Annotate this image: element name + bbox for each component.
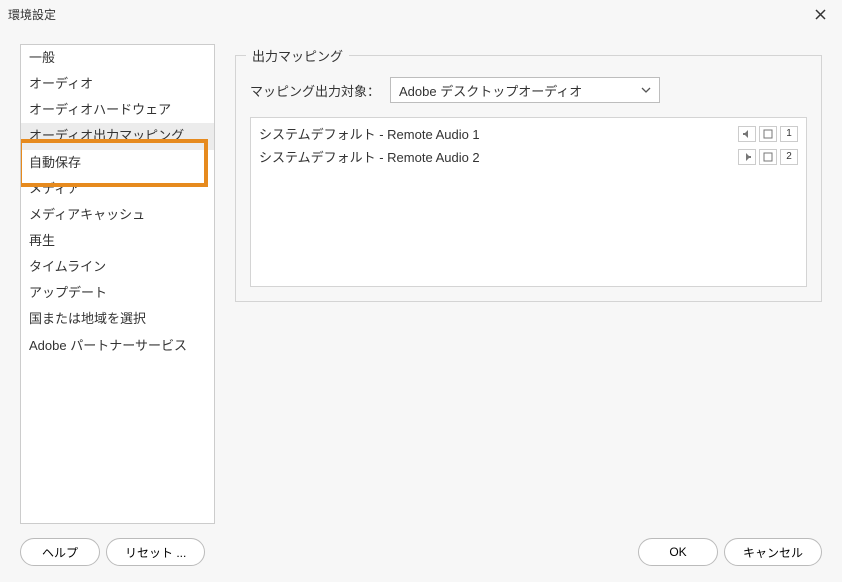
titlebar: 環境設定 xyxy=(0,0,842,28)
fieldset-legend: 出力マッピング xyxy=(246,46,349,65)
mapping-item-label: システムデフォルト - Remote Audio 2 xyxy=(259,147,738,166)
footer-left: ヘルプ リセット ... xyxy=(20,538,205,566)
ok-button[interactable]: OK xyxy=(638,538,718,566)
mapping-item-icons: 2 xyxy=(738,149,798,165)
mapping-target-label: マッピング出力対象： xyxy=(250,81,380,100)
channel-number[interactable]: 2 xyxy=(780,149,798,165)
sidebar-item[interactable]: メディアキャッシュ xyxy=(21,202,214,228)
mapping-target-row: マッピング出力対象： Adobe デスクトップオーディオ xyxy=(250,77,807,103)
sidebar-list: 一般オーディオオーディオハードウェアオーディオ出力マッピング自動保存メディアメデ… xyxy=(21,45,214,359)
reset-button[interactable]: リセット ... xyxy=(106,538,205,566)
channel-icon[interactable] xyxy=(759,126,777,142)
channel-icon[interactable] xyxy=(759,149,777,165)
sidebar-item[interactable]: オーディオ出力マッピング xyxy=(21,123,214,149)
sidebar-item[interactable]: 再生 xyxy=(21,228,214,254)
sidebar-item[interactable]: オーディオ xyxy=(21,71,214,97)
mapping-list: システムデフォルト - Remote Audio 1 1 システムデフォルト -… xyxy=(250,117,807,287)
sidebar-item[interactable]: オーディオハードウェア xyxy=(21,97,214,123)
output-mapping-fieldset: 出力マッピング マッピング出力対象： Adobe デスクトップオーディオ システ… xyxy=(235,46,822,302)
close-icon xyxy=(815,9,826,20)
speaker-right-icon[interactable] xyxy=(738,149,756,165)
footer-right: OK キャンセル xyxy=(638,538,822,566)
sidebar-item[interactable]: アップデート xyxy=(21,280,214,306)
close-button[interactable] xyxy=(806,0,834,28)
mapping-item[interactable]: システムデフォルト - Remote Audio 1 1 xyxy=(255,122,802,145)
sidebar-item[interactable]: 国または地域を選択 xyxy=(21,306,214,332)
help-button[interactable]: ヘルプ xyxy=(20,538,100,566)
channel-number[interactable]: 1 xyxy=(780,126,798,142)
sidebar-item[interactable]: 自動保存 xyxy=(21,150,214,176)
mapping-item-icons: 1 xyxy=(738,126,798,142)
chevron-down-icon xyxy=(641,85,651,95)
mapping-target-value: Adobe デスクトップオーディオ xyxy=(399,81,582,100)
content-area: 一般オーディオオーディオハードウェアオーディオ出力マッピング自動保存メディアメデ… xyxy=(0,28,842,532)
footer: ヘルプ リセット ... OK キャンセル xyxy=(0,532,842,582)
sidebar-item[interactable]: タイムライン xyxy=(21,254,214,280)
speaker-left-icon[interactable] xyxy=(738,126,756,142)
preferences-window: 環境設定 一般オーディオオーディオハードウェアオーディオ出力マッピング自動保存メ… xyxy=(0,0,842,582)
sidebar-item[interactable]: 一般 xyxy=(21,45,214,71)
main-panel: 出力マッピング マッピング出力対象： Adobe デスクトップオーディオ システ… xyxy=(235,44,822,524)
mapping-item[interactable]: システムデフォルト - Remote Audio 2 2 xyxy=(255,145,802,168)
sidebar-item[interactable]: Adobe パートナーサービス xyxy=(21,333,214,359)
sidebar: 一般オーディオオーディオハードウェアオーディオ出力マッピング自動保存メディアメデ… xyxy=(20,44,215,524)
mapping-item-label: システムデフォルト - Remote Audio 1 xyxy=(259,124,738,143)
mapping-target-select[interactable]: Adobe デスクトップオーディオ xyxy=(390,77,660,103)
window-title: 環境設定 xyxy=(8,6,806,23)
cancel-button[interactable]: キャンセル xyxy=(724,538,822,566)
sidebar-item[interactable]: メディア xyxy=(21,176,214,202)
